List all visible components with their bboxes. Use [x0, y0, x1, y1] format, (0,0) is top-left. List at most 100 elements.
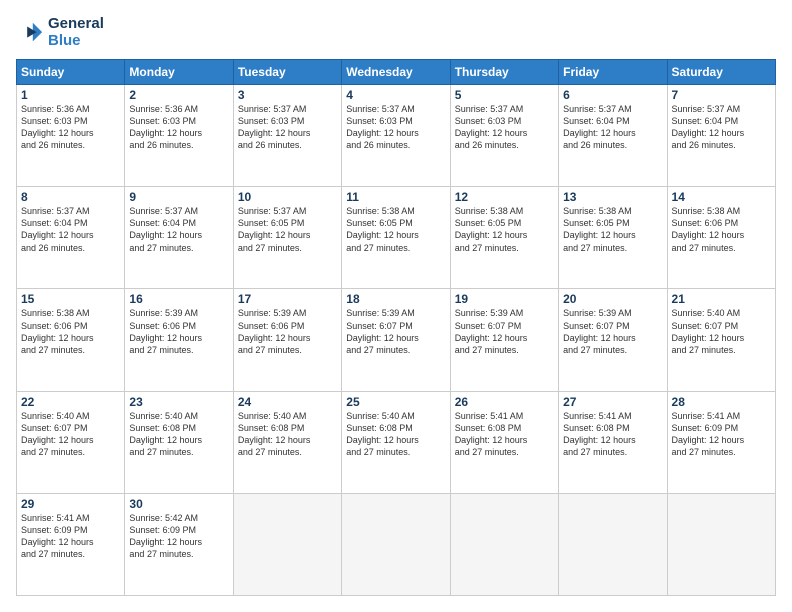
cell-info: Sunrise: 5:41 AM Sunset: 6:09 PM Dayligh… — [21, 512, 120, 561]
day-number: 1 — [21, 88, 120, 102]
cell-info: Sunrise: 5:40 AM Sunset: 6:07 PM Dayligh… — [21, 410, 120, 459]
calendar-cell: 30Sunrise: 5:42 AM Sunset: 6:09 PM Dayli… — [125, 493, 233, 595]
cell-info: Sunrise: 5:37 AM Sunset: 6:04 PM Dayligh… — [21, 205, 120, 254]
calendar-cell: 26Sunrise: 5:41 AM Sunset: 6:08 PM Dayli… — [450, 391, 558, 493]
day-number: 13 — [563, 190, 662, 204]
calendar-cell: 21Sunrise: 5:40 AM Sunset: 6:07 PM Dayli… — [667, 289, 775, 391]
week-row-3: 22Sunrise: 5:40 AM Sunset: 6:07 PM Dayli… — [17, 391, 776, 493]
calendar-cell: 11Sunrise: 5:38 AM Sunset: 6:05 PM Dayli… — [342, 187, 450, 289]
day-number: 2 — [129, 88, 228, 102]
day-number: 9 — [129, 190, 228, 204]
header-cell-wednesday: Wednesday — [342, 60, 450, 85]
header-cell-tuesday: Tuesday — [233, 60, 341, 85]
day-number: 29 — [21, 497, 120, 511]
day-number: 5 — [455, 88, 554, 102]
header-row: SundayMondayTuesdayWednesdayThursdayFrid… — [17, 60, 776, 85]
calendar-cell: 13Sunrise: 5:38 AM Sunset: 6:05 PM Dayli… — [559, 187, 667, 289]
calendar-body: 1Sunrise: 5:36 AM Sunset: 6:03 PM Daylig… — [17, 85, 776, 596]
calendar-cell: 27Sunrise: 5:41 AM Sunset: 6:08 PM Dayli… — [559, 391, 667, 493]
day-number: 24 — [238, 395, 337, 409]
calendar-cell: 6Sunrise: 5:37 AM Sunset: 6:04 PM Daylig… — [559, 85, 667, 187]
calendar-cell: 18Sunrise: 5:39 AM Sunset: 6:07 PM Dayli… — [342, 289, 450, 391]
cell-info: Sunrise: 5:39 AM Sunset: 6:07 PM Dayligh… — [346, 307, 445, 356]
calendar-cell — [667, 493, 775, 595]
day-number: 22 — [21, 395, 120, 409]
calendar-cell: 22Sunrise: 5:40 AM Sunset: 6:07 PM Dayli… — [17, 391, 125, 493]
calendar-cell: 17Sunrise: 5:39 AM Sunset: 6:06 PM Dayli… — [233, 289, 341, 391]
day-number: 20 — [563, 292, 662, 306]
week-row-2: 15Sunrise: 5:38 AM Sunset: 6:06 PM Dayli… — [17, 289, 776, 391]
day-number: 19 — [455, 292, 554, 306]
calendar-cell: 9Sunrise: 5:37 AM Sunset: 6:04 PM Daylig… — [125, 187, 233, 289]
cell-info: Sunrise: 5:38 AM Sunset: 6:05 PM Dayligh… — [563, 205, 662, 254]
day-number: 25 — [346, 395, 445, 409]
logo: General Blue — [16, 16, 104, 49]
day-number: 14 — [672, 190, 771, 204]
calendar-cell: 1Sunrise: 5:36 AM Sunset: 6:03 PM Daylig… — [17, 85, 125, 187]
day-number: 21 — [672, 292, 771, 306]
week-row-0: 1Sunrise: 5:36 AM Sunset: 6:03 PM Daylig… — [17, 85, 776, 187]
cell-info: Sunrise: 5:40 AM Sunset: 6:07 PM Dayligh… — [672, 307, 771, 356]
week-row-4: 29Sunrise: 5:41 AM Sunset: 6:09 PM Dayli… — [17, 493, 776, 595]
cell-info: Sunrise: 5:39 AM Sunset: 6:07 PM Dayligh… — [455, 307, 554, 356]
day-number: 23 — [129, 395, 228, 409]
calendar-cell: 24Sunrise: 5:40 AM Sunset: 6:08 PM Dayli… — [233, 391, 341, 493]
calendar-cell: 4Sunrise: 5:37 AM Sunset: 6:03 PM Daylig… — [342, 85, 450, 187]
header-cell-thursday: Thursday — [450, 60, 558, 85]
calendar-header: SundayMondayTuesdayWednesdayThursdayFrid… — [17, 60, 776, 85]
logo-text: General Blue — [48, 16, 104, 49]
logo-icon — [16, 19, 44, 47]
calendar-cell: 8Sunrise: 5:37 AM Sunset: 6:04 PM Daylig… — [17, 187, 125, 289]
cell-info: Sunrise: 5:42 AM Sunset: 6:09 PM Dayligh… — [129, 512, 228, 561]
calendar-cell: 29Sunrise: 5:41 AM Sunset: 6:09 PM Dayli… — [17, 493, 125, 595]
calendar-table: SundayMondayTuesdayWednesdayThursdayFrid… — [16, 59, 776, 596]
calendar-cell: 23Sunrise: 5:40 AM Sunset: 6:08 PM Dayli… — [125, 391, 233, 493]
day-number: 15 — [21, 292, 120, 306]
day-number: 8 — [21, 190, 120, 204]
cell-info: Sunrise: 5:37 AM Sunset: 6:04 PM Dayligh… — [563, 103, 662, 152]
cell-info: Sunrise: 5:39 AM Sunset: 6:07 PM Dayligh… — [563, 307, 662, 356]
calendar-cell: 2Sunrise: 5:36 AM Sunset: 6:03 PM Daylig… — [125, 85, 233, 187]
calendar-cell: 7Sunrise: 5:37 AM Sunset: 6:04 PM Daylig… — [667, 85, 775, 187]
cell-info: Sunrise: 5:38 AM Sunset: 6:06 PM Dayligh… — [672, 205, 771, 254]
cell-info: Sunrise: 5:40 AM Sunset: 6:08 PM Dayligh… — [346, 410, 445, 459]
cell-info: Sunrise: 5:39 AM Sunset: 6:06 PM Dayligh… — [129, 307, 228, 356]
day-number: 30 — [129, 497, 228, 511]
week-row-1: 8Sunrise: 5:37 AM Sunset: 6:04 PM Daylig… — [17, 187, 776, 289]
cell-info: Sunrise: 5:40 AM Sunset: 6:08 PM Dayligh… — [238, 410, 337, 459]
calendar-cell: 10Sunrise: 5:37 AM Sunset: 6:05 PM Dayli… — [233, 187, 341, 289]
calendar-cell: 16Sunrise: 5:39 AM Sunset: 6:06 PM Dayli… — [125, 289, 233, 391]
page: General Blue SundayMondayTuesdayWednesda… — [0, 0, 792, 612]
cell-info: Sunrise: 5:36 AM Sunset: 6:03 PM Dayligh… — [21, 103, 120, 152]
day-number: 27 — [563, 395, 662, 409]
day-number: 11 — [346, 190, 445, 204]
header-cell-sunday: Sunday — [17, 60, 125, 85]
day-number: 17 — [238, 292, 337, 306]
day-number: 7 — [672, 88, 771, 102]
cell-info: Sunrise: 5:41 AM Sunset: 6:08 PM Dayligh… — [455, 410, 554, 459]
cell-info: Sunrise: 5:37 AM Sunset: 6:04 PM Dayligh… — [672, 103, 771, 152]
calendar-cell — [450, 493, 558, 595]
cell-info: Sunrise: 5:38 AM Sunset: 6:05 PM Dayligh… — [346, 205, 445, 254]
calendar-cell: 5Sunrise: 5:37 AM Sunset: 6:03 PM Daylig… — [450, 85, 558, 187]
calendar-cell: 12Sunrise: 5:38 AM Sunset: 6:05 PM Dayli… — [450, 187, 558, 289]
cell-info: Sunrise: 5:41 AM Sunset: 6:08 PM Dayligh… — [563, 410, 662, 459]
calendar-cell: 20Sunrise: 5:39 AM Sunset: 6:07 PM Dayli… — [559, 289, 667, 391]
calendar-cell: 15Sunrise: 5:38 AM Sunset: 6:06 PM Dayli… — [17, 289, 125, 391]
header-cell-friday: Friday — [559, 60, 667, 85]
header: General Blue — [16, 16, 776, 49]
cell-info: Sunrise: 5:37 AM Sunset: 6:03 PM Dayligh… — [346, 103, 445, 152]
calendar-cell: 25Sunrise: 5:40 AM Sunset: 6:08 PM Dayli… — [342, 391, 450, 493]
cell-info: Sunrise: 5:37 AM Sunset: 6:05 PM Dayligh… — [238, 205, 337, 254]
day-number: 12 — [455, 190, 554, 204]
cell-info: Sunrise: 5:37 AM Sunset: 6:03 PM Dayligh… — [238, 103, 337, 152]
calendar-cell: 3Sunrise: 5:37 AM Sunset: 6:03 PM Daylig… — [233, 85, 341, 187]
calendar-cell: 28Sunrise: 5:41 AM Sunset: 6:09 PM Dayli… — [667, 391, 775, 493]
day-number: 16 — [129, 292, 228, 306]
day-number: 4 — [346, 88, 445, 102]
calendar-cell: 14Sunrise: 5:38 AM Sunset: 6:06 PM Dayli… — [667, 187, 775, 289]
day-number: 26 — [455, 395, 554, 409]
cell-info: Sunrise: 5:39 AM Sunset: 6:06 PM Dayligh… — [238, 307, 337, 356]
cell-info: Sunrise: 5:41 AM Sunset: 6:09 PM Dayligh… — [672, 410, 771, 459]
cell-info: Sunrise: 5:36 AM Sunset: 6:03 PM Dayligh… — [129, 103, 228, 152]
